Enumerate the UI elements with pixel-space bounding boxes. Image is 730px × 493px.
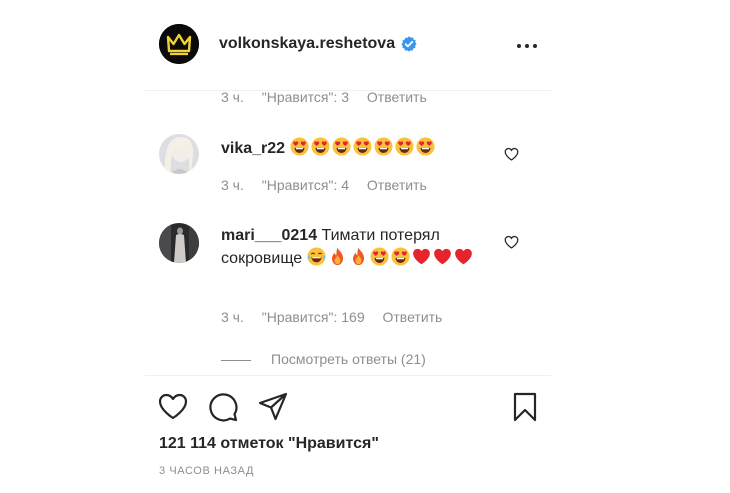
verified-badge-icon: [401, 36, 417, 52]
red-heart-emoji: [454, 247, 473, 266]
joy-emoji: [307, 247, 326, 266]
likes-count[interactable]: 121 114 отметок "Нравится": [159, 435, 379, 453]
comment-like-heart-icon[interactable]: [504, 235, 519, 249]
post-panel: volkonskaya.reshetova 3 ч. "Нравится": 3…: [145, 0, 551, 493]
heart-eyes-emoji: [370, 247, 389, 266]
author-username[interactable]: volkonskaya.reshetova: [219, 35, 395, 53]
comment-meta: 3 ч. "Нравится": 169 Ответить: [221, 309, 456, 325]
heart-eyes-emoji: [332, 137, 351, 156]
comment-likes[interactable]: "Нравится": 169: [262, 309, 365, 325]
comment-time: 3 ч.: [221, 309, 244, 325]
avatar-photo: [159, 134, 199, 174]
author-avatar[interactable]: [159, 24, 199, 64]
replies-divider-line: [221, 359, 251, 361]
reply-button[interactable]: Ответить: [367, 177, 427, 193]
red-heart-emoji: [412, 247, 431, 266]
comment-time: 3 ч.: [221, 177, 244, 193]
comment-like-heart-icon[interactable]: [504, 147, 519, 161]
comment-body: mari___0214 Тимати потерял сокровище: [221, 224, 491, 270]
bookmark-icon[interactable]: [509, 391, 541, 423]
reply-button[interactable]: Ответить: [383, 309, 443, 325]
comment-icon[interactable]: [207, 391, 239, 423]
crown-logo-icon: [159, 24, 199, 64]
comment-likes[interactable]: "Нравится": 4: [262, 177, 349, 193]
comment-likes[interactable]: "Нравится": 3: [262, 89, 349, 105]
heart-eyes-emoji: [391, 247, 410, 266]
post-header: volkonskaya.reshetova: [145, 0, 551, 91]
heart-eyes-emoji: [416, 137, 435, 156]
comment-meta: 3 ч. "Нравится": 3 Ответить: [221, 89, 441, 105]
heart-icon[interactable]: [157, 391, 189, 423]
commenter-avatar[interactable]: [159, 134, 199, 174]
more-icon[interactable]: [516, 36, 538, 56]
red-heart-emoji: [433, 247, 452, 266]
view-replies-button[interactable]: Посмотреть ответы (21): [221, 351, 426, 367]
fire-emoji: [349, 247, 368, 266]
comment-body: vika_r22: [221, 137, 491, 160]
share-icon[interactable]: [257, 391, 289, 423]
reply-button[interactable]: Ответить: [367, 89, 427, 105]
comment-emojis: [290, 140, 437, 157]
comment-meta: 3 ч. "Нравится": 4 Ответить: [221, 177, 441, 193]
heart-eyes-emoji: [311, 137, 330, 156]
comment-time: 3 ч.: [221, 89, 244, 105]
heart-eyes-emoji: [374, 137, 393, 156]
commenter-username[interactable]: mari___0214: [221, 227, 317, 244]
heart-eyes-emoji: [290, 137, 309, 156]
comment-emojis: [307, 250, 475, 267]
commenter-avatar[interactable]: [159, 223, 199, 263]
post-timestamp: 3 ЧАСОВ НАЗАД: [159, 465, 255, 477]
post-actions-bar: [145, 375, 551, 436]
commenter-username[interactable]: vika_r22: [221, 140, 285, 157]
view-replies-label: Посмотреть ответы (21): [271, 351, 426, 367]
heart-eyes-emoji: [353, 137, 372, 156]
avatar-photo: [159, 223, 199, 263]
heart-eyes-emoji: [395, 137, 414, 156]
fire-emoji: [328, 247, 347, 266]
